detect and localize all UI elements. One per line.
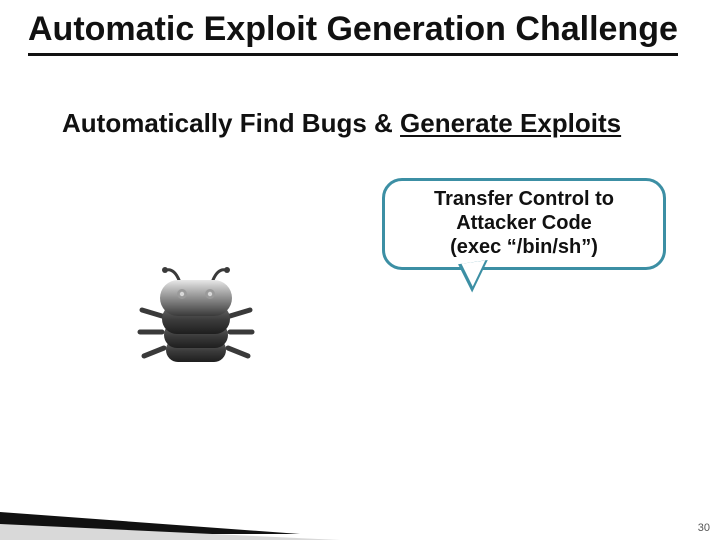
slide: Automatic Exploit Generation Challenge A… xyxy=(0,0,720,540)
subtitle-underlined: Generate Exploits xyxy=(400,108,621,138)
page-number: 30 xyxy=(698,522,710,534)
callout-line-2: Attacker Code xyxy=(385,211,663,235)
slide-accent-shape xyxy=(0,470,350,540)
slide-title: Automatic Exploit Generation Challenge xyxy=(28,10,678,56)
subtitle-prefix: Automatically Find Bugs & xyxy=(62,108,400,138)
callout-line-1: Transfer Control to xyxy=(385,187,663,211)
callout-bubble: Transfer Control to Attacker Code (exec … xyxy=(382,178,666,270)
slide-subtitle: Automatically Find Bugs & Generate Explo… xyxy=(62,108,621,139)
bug-icon xyxy=(136,264,256,384)
callout-line-3: (exec “/bin/sh”) xyxy=(385,235,663,259)
